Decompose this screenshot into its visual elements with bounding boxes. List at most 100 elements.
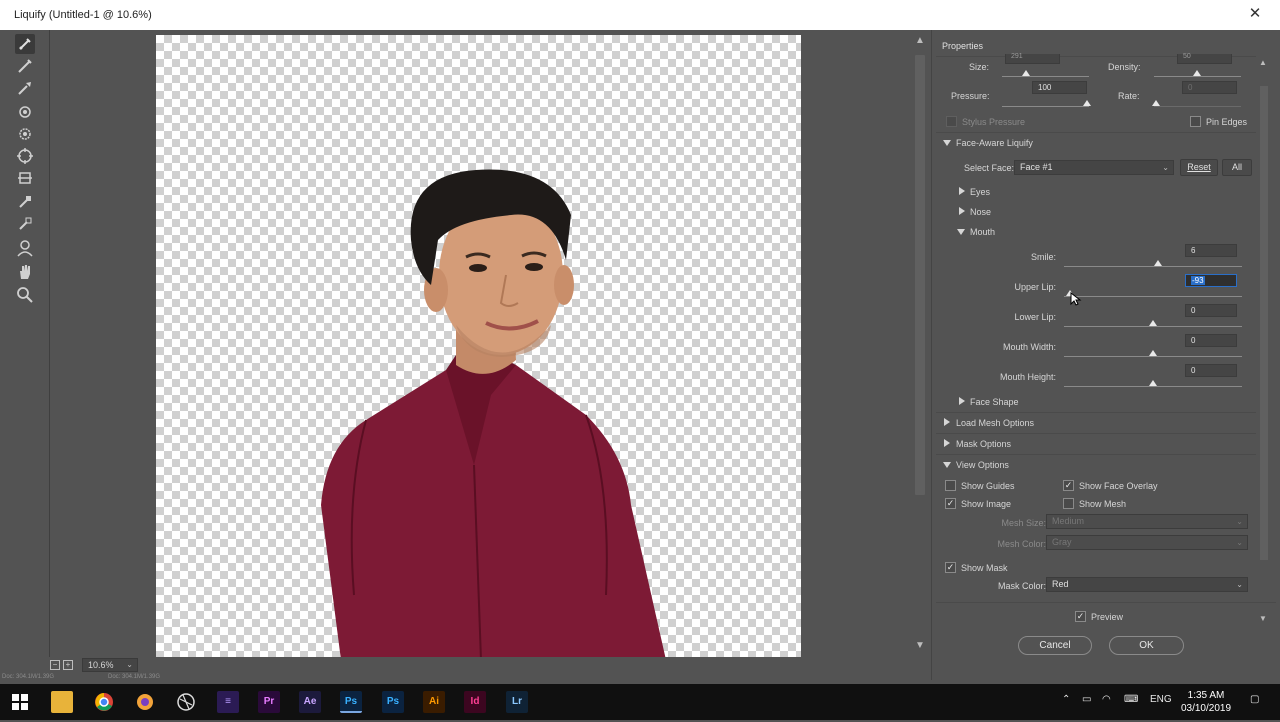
lower-lip-field[interactable]: 0 — [1185, 304, 1237, 317]
lower-lip-slider-handle[interactable] — [1149, 320, 1157, 326]
chrome-icon[interactable] — [93, 691, 115, 713]
show-hidden-icons-icon[interactable]: ⌃ — [1062, 694, 1070, 705]
zoom-tool-icon[interactable] — [15, 285, 35, 305]
ok-button[interactable]: OK — [1109, 636, 1184, 655]
notifications-icon[interactable]: ▢ — [1250, 694, 1259, 705]
mouth-height-slider-handle[interactable] — [1149, 380, 1157, 386]
file-explorer-icon[interactable] — [51, 691, 73, 713]
rate-slider-handle[interactable] — [1152, 100, 1160, 106]
upper-lip-field[interactable]: -93 — [1185, 274, 1237, 287]
show-guides-checkbox[interactable] — [945, 480, 956, 491]
smile-slider-handle[interactable] — [1154, 260, 1163, 266]
bloat-tool-icon[interactable] — [15, 146, 35, 166]
size-slider-track[interactable] — [1002, 76, 1089, 77]
mouth-width-field[interactable]: 0 — [1185, 334, 1237, 347]
wifi-icon[interactable]: ◠ — [1102, 694, 1111, 705]
show-face-overlay-checkbox[interactable]: ✓ — [1063, 480, 1074, 491]
forward-warp-tool-icon[interactable] — [15, 34, 35, 54]
windows-start-icon[interactable] — [12, 694, 28, 710]
density-slider-track[interactable] — [1154, 76, 1241, 77]
density-field[interactable]: 50 — [1177, 53, 1232, 64]
load-mesh-expand-icon[interactable] — [944, 418, 950, 426]
keyboard-icon[interactable]: ⌨ — [1124, 694, 1138, 705]
smile-slider-track[interactable] — [1064, 266, 1242, 267]
lower-lip-slider-track[interactable] — [1064, 326, 1242, 327]
freeze-mask-tool-icon[interactable] — [15, 192, 35, 212]
face-aware-title[interactable]: Face-Aware Liquify — [956, 138, 1033, 148]
mask-color-dropdown[interactable]: Red ⌄ — [1046, 577, 1248, 592]
face-tool-icon[interactable] — [15, 238, 35, 258]
thaw-mask-tool-icon[interactable] — [15, 214, 35, 234]
zoom-level-field[interactable]: 10.6% ⌄ — [82, 658, 138, 672]
mouth-width-slider-track[interactable] — [1064, 356, 1242, 357]
indesign-icon[interactable]: Id — [464, 691, 486, 713]
zoom-out-button[interactable]: − — [50, 660, 60, 670]
reconstruct-tool-icon[interactable] — [15, 56, 35, 76]
nose-expand-icon[interactable] — [959, 207, 965, 215]
show-image-checkbox[interactable]: ✓ — [945, 498, 956, 509]
app-circle-icon[interactable] — [175, 691, 197, 713]
mouth-width-slider-handle[interactable] — [1149, 350, 1157, 356]
cancel-button[interactable]: Cancel — [1018, 636, 1092, 655]
preview-checkbox[interactable]: ✓ — [1075, 611, 1086, 622]
rate-slider-track[interactable] — [1154, 106, 1241, 107]
eyes-expand-icon[interactable] — [959, 187, 965, 195]
mask-options-section[interactable]: Mask Options — [956, 439, 1011, 449]
smile-field[interactable]: 6 — [1185, 244, 1237, 257]
photoshop-icon[interactable]: Ps — [382, 691, 404, 713]
premiere-icon[interactable]: Pr — [258, 691, 280, 713]
show-mesh-checkbox[interactable] — [1063, 498, 1074, 509]
show-mask-checkbox[interactable]: ✓ — [945, 562, 956, 573]
pucker-tool-icon[interactable] — [15, 124, 35, 144]
preview-canvas-area[interactable]: ▲ ▼ — [51, 30, 928, 660]
mouth-expand-icon[interactable] — [957, 229, 965, 235]
pin-edges-checkbox[interactable] — [1190, 116, 1201, 127]
density-slider-handle[interactable] — [1193, 70, 1201, 76]
mouth-section[interactable]: Mouth — [970, 227, 995, 237]
lightroom-icon[interactable]: Lr — [506, 691, 528, 713]
size-slider-handle[interactable] — [1022, 70, 1030, 76]
pressure-slider-handle[interactable] — [1083, 100, 1091, 106]
document-canvas[interactable] — [156, 35, 801, 660]
illustrator-icon[interactable]: Ai — [423, 691, 445, 713]
scroll-up-icon[interactable]: ▲ — [915, 35, 925, 46]
upper-lip-slider-track[interactable] — [1064, 296, 1242, 297]
view-options-expand-icon[interactable] — [943, 462, 951, 468]
mask-options-expand-icon[interactable] — [944, 439, 950, 447]
browser-icon[interactable] — [134, 691, 156, 713]
panel-scrollbar[interactable]: ▲ ▼ — [1259, 58, 1269, 628]
view-options-title[interactable]: View Options — [956, 460, 1009, 470]
scroll-up-icon[interactable]: ▲ — [1259, 58, 1267, 67]
nose-section[interactable]: Nose — [970, 207, 991, 217]
mesh-size-dropdown[interactable]: Medium ⌄ — [1046, 514, 1248, 529]
size-field[interactable]: 291 — [1005, 53, 1060, 64]
close-icon[interactable]: ✕ — [1246, 5, 1264, 23]
mesh-color-dropdown[interactable]: Gray ⌄ — [1046, 535, 1248, 550]
canvas-vertical-scrollbar[interactable]: ▲ ▼ — [913, 35, 927, 660]
load-mesh-section[interactable]: Load Mesh Options — [956, 418, 1034, 428]
all-button[interactable]: All — [1222, 159, 1252, 176]
select-face-dropdown[interactable]: Face #1 ⌄ — [1014, 160, 1174, 175]
pressure-field[interactable]: 100 — [1032, 81, 1087, 94]
zoom-in-button[interactable]: + — [63, 660, 73, 670]
clock[interactable]: 1:35 AM 03/10/2019 — [1176, 689, 1236, 715]
mouth-height-slider-track[interactable] — [1064, 386, 1242, 387]
chevron-down-icon[interactable]: ⌄ — [126, 659, 133, 671]
reset-button[interactable]: Reset — [1180, 159, 1218, 176]
panel-scrollbar-thumb[interactable] — [1260, 86, 1268, 560]
battery-icon[interactable]: ▭ — [1082, 694, 1091, 705]
twirl-tool-icon[interactable] — [15, 102, 35, 122]
scrollbar-thumb[interactable] — [915, 55, 925, 495]
smooth-tool-icon[interactable] — [15, 78, 35, 98]
scroll-down-icon[interactable]: ▼ — [1259, 614, 1267, 623]
mouth-height-field[interactable]: 0 — [1185, 364, 1237, 377]
face-aware-expand-icon[interactable] — [943, 140, 951, 146]
photoshop-active-icon[interactable]: Ps — [340, 691, 362, 713]
stylus-pressure-checkbox[interactable] — [946, 116, 957, 127]
face-shape-expand-icon[interactable] — [959, 397, 965, 405]
eyes-section[interactable]: Eyes — [970, 187, 990, 197]
hand-tool-icon[interactable] — [15, 262, 35, 282]
push-left-tool-icon[interactable] — [15, 168, 35, 188]
face-shape-section[interactable]: Face Shape — [970, 397, 1019, 407]
pressure-slider-track[interactable] — [1002, 106, 1089, 107]
